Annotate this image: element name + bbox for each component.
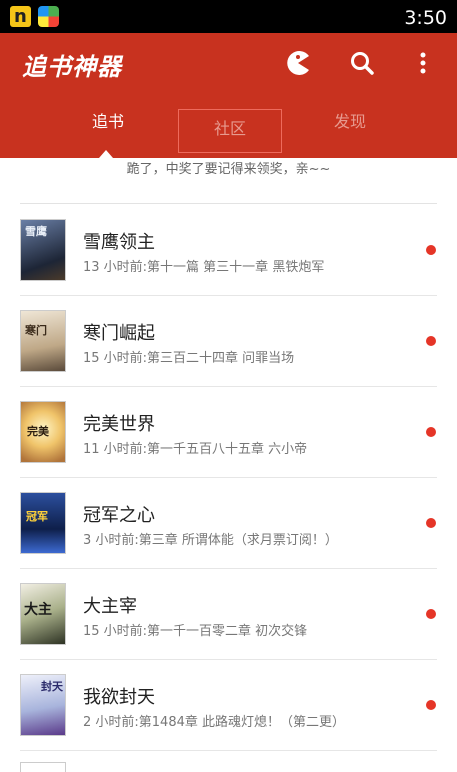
book-update: 15 小时前:第一千一百零二章 初次交锋 bbox=[83, 624, 308, 639]
unread-dot bbox=[426, 609, 436, 619]
unread-dot bbox=[426, 700, 436, 710]
tab-bar: 追书 社区 发现 bbox=[0, 108, 457, 158]
divider bbox=[20, 750, 437, 751]
status-bar: n 3:50 bbox=[0, 0, 457, 33]
unread-dot bbox=[426, 518, 436, 528]
n-app-icon: n bbox=[10, 6, 31, 27]
tab-community[interactable]: 社区 bbox=[178, 109, 282, 153]
book-cover: 完美 bbox=[20, 401, 66, 463]
game-app-icon bbox=[38, 6, 59, 27]
book-update: 3 小时前:第三章 所谓体能（求月票订阅！） bbox=[83, 533, 338, 548]
unread-dot bbox=[426, 427, 436, 437]
app-title: 追书神器 bbox=[22, 53, 122, 81]
active-tab-indicator bbox=[99, 150, 113, 158]
pacman-icon[interactable] bbox=[284, 49, 312, 77]
book-item[interactable]: 冠军 冠军之心 3 小时前:第三章 所谓体能（求月票订阅！） bbox=[0, 478, 457, 569]
book-item[interactable]: 寒门 寒门崛起 15 小时前:第三百二十四章 问罪当场 bbox=[0, 296, 457, 387]
book-update: 11 小时前:第一千五百八十五章 六小帝 bbox=[83, 442, 308, 457]
book-cover-partial[interactable] bbox=[20, 762, 66, 772]
notice-banner[interactable]: 跪了，中奖了要记得来领奖，亲~~ bbox=[20, 158, 437, 204]
book-update: 15 小时前:第三百二十四章 问罪当场 bbox=[83, 351, 295, 366]
book-title: 我欲封天 bbox=[83, 687, 155, 708]
book-item[interactable]: 完美 完美世界 11 小时前:第一千五百八十五章 六小帝 bbox=[0, 387, 457, 478]
book-item[interactable]: 雪鹰 雪鹰领主 13 小时前:第十一篇 第三十一章 黑铁炮军 bbox=[0, 205, 457, 296]
unread-dot bbox=[426, 336, 436, 346]
unread-dot bbox=[426, 245, 436, 255]
book-cover: 雪鹰 bbox=[20, 219, 66, 281]
book-cover: 封天 bbox=[20, 674, 66, 736]
book-title: 寒门崛起 bbox=[83, 323, 155, 344]
book-item[interactable]: 大主 大主宰 15 小时前:第一千一百零二章 初次交锋 bbox=[0, 569, 457, 660]
book-item[interactable]: 封天 我欲封天 2 小时前:第1484章 此路魂灯熄！（第二更） bbox=[0, 660, 457, 751]
book-cover: 冠军 bbox=[20, 492, 66, 554]
book-cover: 大主 bbox=[20, 583, 66, 645]
book-title: 冠军之心 bbox=[83, 505, 155, 526]
book-cover: 寒门 bbox=[20, 310, 66, 372]
status-time: 3:50 bbox=[404, 7, 447, 29]
book-title: 完美世界 bbox=[83, 414, 155, 435]
book-update: 2 小时前:第1484章 此路魂灯熄！（第二更） bbox=[83, 715, 345, 730]
tab-discover[interactable]: 发现 bbox=[300, 108, 400, 158]
more-vertical-icon[interactable] bbox=[409, 49, 437, 77]
search-icon[interactable] bbox=[348, 49, 376, 77]
book-title: 雪鹰领主 bbox=[83, 232, 155, 253]
app-bar: 追书神器 追书 社区 发现 bbox=[0, 33, 457, 158]
book-update: 13 小时前:第十一篇 第三十一章 黑铁炮军 bbox=[83, 260, 325, 275]
book-title: 大主宰 bbox=[83, 596, 137, 617]
